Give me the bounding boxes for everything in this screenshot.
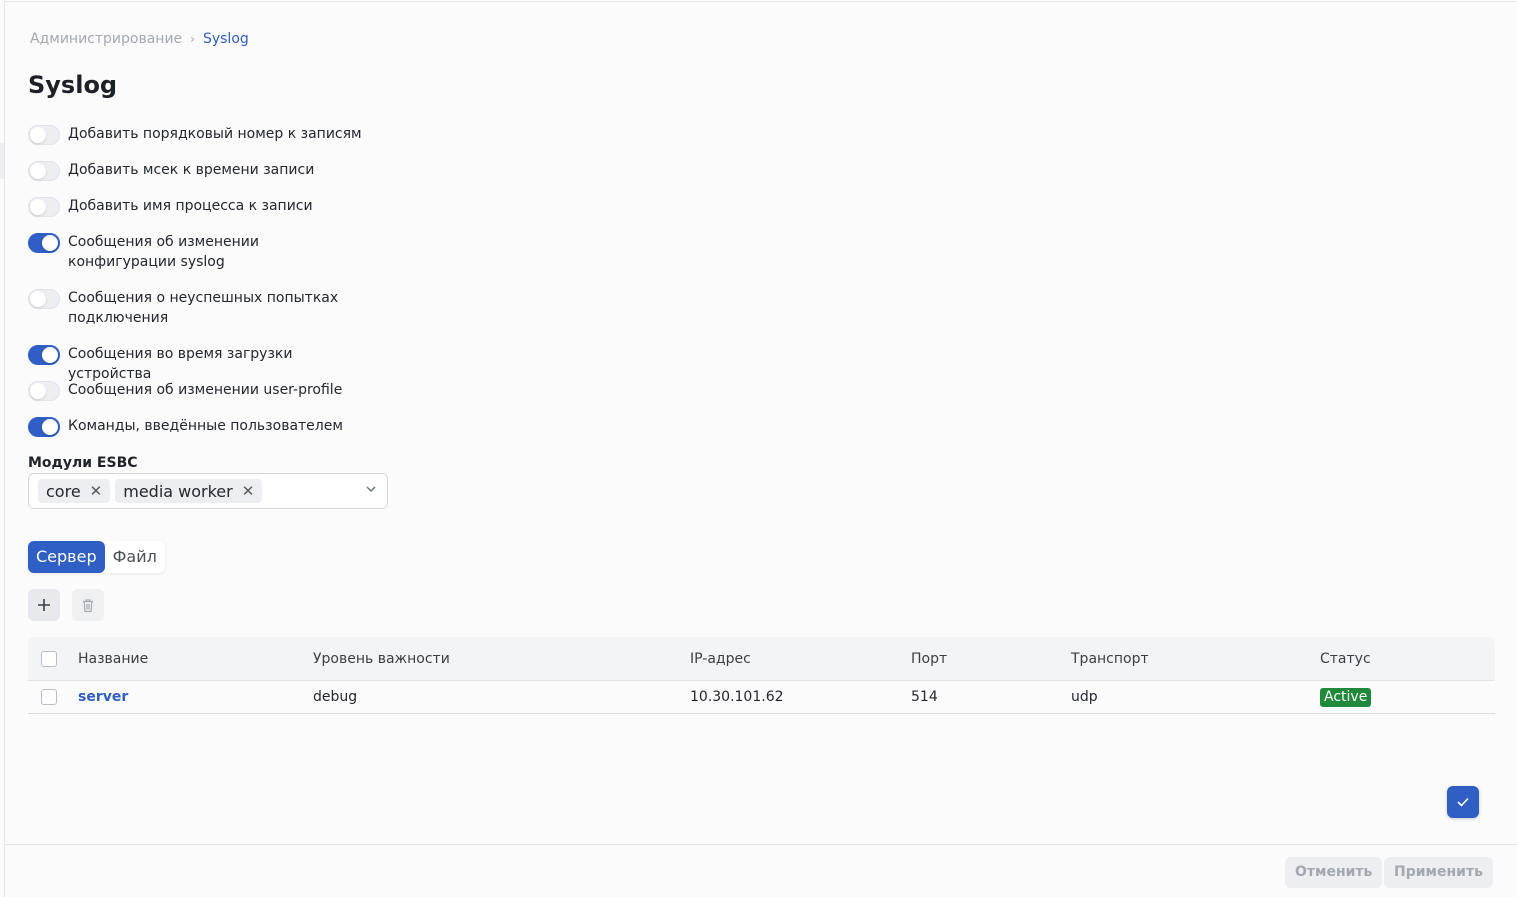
toggle-knob [42,235,58,251]
header-port[interactable]: Порт [911,651,1071,667]
header-name[interactable]: Название [78,651,313,667]
row-port-cell: 514 [911,689,938,705]
modules-multiselect[interactable]: core ✕ media worker ✕ [28,473,388,509]
switch-label: Сообщения об изменении user-profile [68,382,343,398]
checkmark-icon [1457,797,1469,807]
header-level[interactable]: Уровень важности [313,651,690,667]
options-switch-list: Добавить порядковый номер к записям Доба… [28,124,408,452]
switch-row-msec: Добавить мсек к времени записи [28,160,408,181]
apply-button[interactable]: Применить [1384,857,1493,888]
destination-tabs: Сервер Файл [28,541,165,573]
confirm-check-button[interactable] [1447,786,1479,818]
breadcrumb-current: Syslog [202,31,249,47]
switch-label: Добавить мсек к времени записи [68,162,315,178]
switch-label: Команды, введённые пользователем [68,418,343,434]
trash-icon [83,598,93,612]
toggle-switch[interactable] [28,125,60,145]
row-status-cell: Active [1320,687,1495,707]
switch-label: Добавить имя процесса к записи [68,198,313,214]
breadcrumb-parent-link[interactable]: Администрирование [30,31,182,47]
toggle-knob [30,199,46,215]
header-select-cell [28,650,78,667]
toggle-knob [42,347,58,363]
switch-label: Сообщения об изменении конфигурации sysl… [68,234,259,270]
plus-icon [38,599,50,611]
close-icon[interactable]: ✕ [90,482,103,500]
header-transport[interactable]: Транспорт [1071,651,1320,667]
syslog-servers-table: Название Уровень важности IP-адрес Порт … [28,637,1495,714]
toggle-switch[interactable] [28,417,60,437]
switch-row-failed-login: Сообщения о неуспешных попытках подключе… [28,288,408,328]
toggle-switch[interactable] [28,345,60,365]
switch-label: Сообщения о неуспешных попытках подключе… [68,290,339,326]
select-all-checkbox[interactable] [41,650,57,667]
row-transport-cell: udp [1071,689,1098,705]
cancel-button[interactable]: Отменить [1285,857,1383,888]
server-name-link[interactable]: server [78,689,128,705]
row-select-cell [28,689,78,705]
chip-label: core [46,481,81,501]
tab-server[interactable]: Сервер [28,541,105,573]
switch-row-user-commands: Команды, введённые пользователем [28,416,408,437]
table-row[interactable]: server debug 10.30.101.62 514 udp Active [28,681,1495,714]
header-status[interactable]: Статус [1320,651,1495,667]
toggle-knob [42,419,58,435]
tab-file[interactable]: Файл [105,541,165,573]
modules-field-label: Модули ESBC [28,455,138,471]
chevron-down-icon[interactable] [365,483,377,498]
module-chip-media-worker: media worker ✕ [115,479,263,503]
chevron-down-icon-svg [366,486,376,493]
header-ip[interactable]: IP-адрес [690,651,911,667]
toggle-switch[interactable] [28,197,60,217]
switch-label: Сообщения во время загрузки устройства [68,346,293,382]
row-checkbox[interactable] [41,689,57,705]
breadcrumb: Администрирование › Syslog [30,31,249,47]
toggle-knob [30,383,46,399]
toggle-switch[interactable] [28,233,60,253]
toggle-switch[interactable] [28,161,60,181]
switch-row-boot-messages: Сообщения во время загрузки устройства [28,344,408,382]
row-ip-cell: 10.30.101.62 [690,689,784,705]
switch-row-config-change: Сообщения об изменении конфигурации sysl… [28,232,408,272]
chip-label: media worker [123,481,233,501]
toggle-switch[interactable] [28,381,60,401]
sidebar-edge [0,143,4,179]
page-title: Syslog [28,71,118,99]
row-level-cell: debug [313,689,358,705]
row-name-cell: server [78,689,313,705]
toggle-knob [30,127,46,143]
toggle-switch[interactable] [28,289,60,309]
status-badge: Active [1320,687,1372,707]
add-button[interactable] [28,589,60,621]
table-header: Название Уровень важности IP-адрес Порт … [28,637,1495,681]
switch-row-sequence-number: Добавить порядковый номер к записям [28,124,408,145]
chevron-right-icon: › [190,32,195,46]
switch-label: Добавить порядковый номер к записям [68,126,362,142]
module-chip-core: core ✕ [38,479,111,503]
toggle-knob [30,163,46,179]
switch-row-process-name: Добавить имя процесса к записи [28,196,408,217]
toggle-knob [30,291,46,307]
footer-action-bar: Отменить Применить [5,844,1517,897]
close-icon[interactable]: ✕ [242,482,255,500]
delete-button[interactable] [72,589,104,621]
